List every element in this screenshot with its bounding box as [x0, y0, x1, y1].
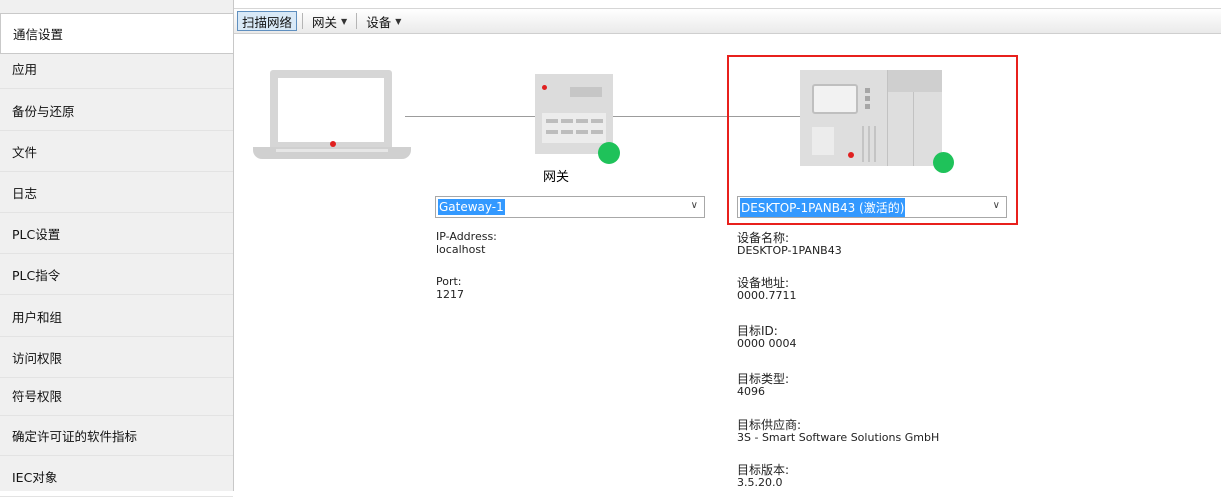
sidebar-item-label: 访问权限 — [12, 350, 63, 366]
sidebar-item-symbol-rights[interactable]: 符号权限 — [0, 375, 233, 416]
sidebar-item-label: IEC对象 — [12, 469, 58, 485]
port-label: Port: — [436, 275, 462, 288]
ip-address-value: localhost — [436, 243, 486, 256]
sidebar-item-files[interactable]: 文件 — [0, 131, 233, 172]
toolbar: 扫描网络 网关 ▼ 设备 ▼ — [234, 8, 1221, 34]
device-address-value: 0000.7711 — [737, 289, 797, 302]
device-name-value: DESKTOP-1PANB43 — [737, 244, 842, 257]
sidebar-item-log[interactable]: 日志 — [0, 172, 233, 213]
ip-address-label: IP-Address: — [436, 230, 497, 243]
sidebar-item-users-groups[interactable]: 用户和组 — [0, 296, 233, 337]
device-menu-label: 设备 — [366, 14, 392, 30]
sidebar-item-label: 确定许可证的软件指标 — [12, 428, 138, 444]
caret-down-icon: ▼ — [395, 16, 402, 26]
sidebar-item-plc-settings[interactable]: PLC设置 — [0, 213, 233, 254]
gateway-status-indicator — [598, 142, 620, 164]
sidebar-item-label: 用户和组 — [12, 309, 63, 325]
gateway-menu-button[interactable]: 网关 ▼ — [308, 11, 351, 31]
sidebar-item-licensed-software-metrics[interactable]: 确定许可证的软件指标 — [0, 415, 233, 456]
gateway-title: 网关 — [543, 170, 570, 185]
highlight-box — [727, 55, 1018, 225]
target-version-value: 3.5.20.0 — [737, 476, 783, 489]
sidebar-item-label: PLC设置 — [12, 226, 61, 242]
caret-down-icon: ▼ — [341, 16, 348, 26]
toolbar-separator — [356, 13, 358, 29]
sidebar-item-label: 应用 — [12, 61, 38, 77]
sidebar-item-access-rights[interactable]: 访问权限 — [0, 337, 233, 378]
sidebar: 通信设置 应用 备份与还原 文件 日志 PLC设置 PLC指令 用户和组 访问权… — [0, 0, 234, 497]
chevron-down-icon: ∨ — [690, 200, 698, 211]
sidebar-item-application[interactable]: 应用 — [0, 48, 233, 89]
sidebar-item-label: PLC指令 — [12, 267, 61, 283]
target-vendor-value: 3S - Smart Software Solutions GmbH — [737, 431, 940, 444]
sidebar-item-label: 通信设置 — [13, 27, 64, 42]
sidebar-item-plc-shell[interactable]: PLC指令 — [0, 254, 233, 295]
scan-network-button[interactable]: 扫描网络 — [237, 11, 298, 31]
gateway-select[interactable]: Gateway-1 ∨ — [435, 196, 705, 218]
scan-network-label: 扫描网络 — [242, 14, 293, 30]
sidebar-item-label: 备份与还原 — [12, 103, 75, 119]
sidebar-item-label: 日志 — [12, 185, 38, 201]
sidebar-item-label: 符号权限 — [12, 388, 63, 404]
port-value: 1217 — [436, 288, 464, 301]
gateway-select-value: Gateway-1 — [438, 199, 505, 215]
device-menu-button[interactable]: 设备 ▼ — [362, 11, 405, 31]
target-type-value: 4096 — [737, 385, 765, 398]
toolbar-separator — [302, 13, 304, 29]
sidebar-item-backup-restore[interactable]: 备份与还原 — [0, 90, 233, 131]
gateway-menu-label: 网关 — [312, 14, 338, 30]
sidebar-item-label: 文件 — [12, 144, 38, 160]
target-id-value: 0000 0004 — [737, 337, 797, 350]
